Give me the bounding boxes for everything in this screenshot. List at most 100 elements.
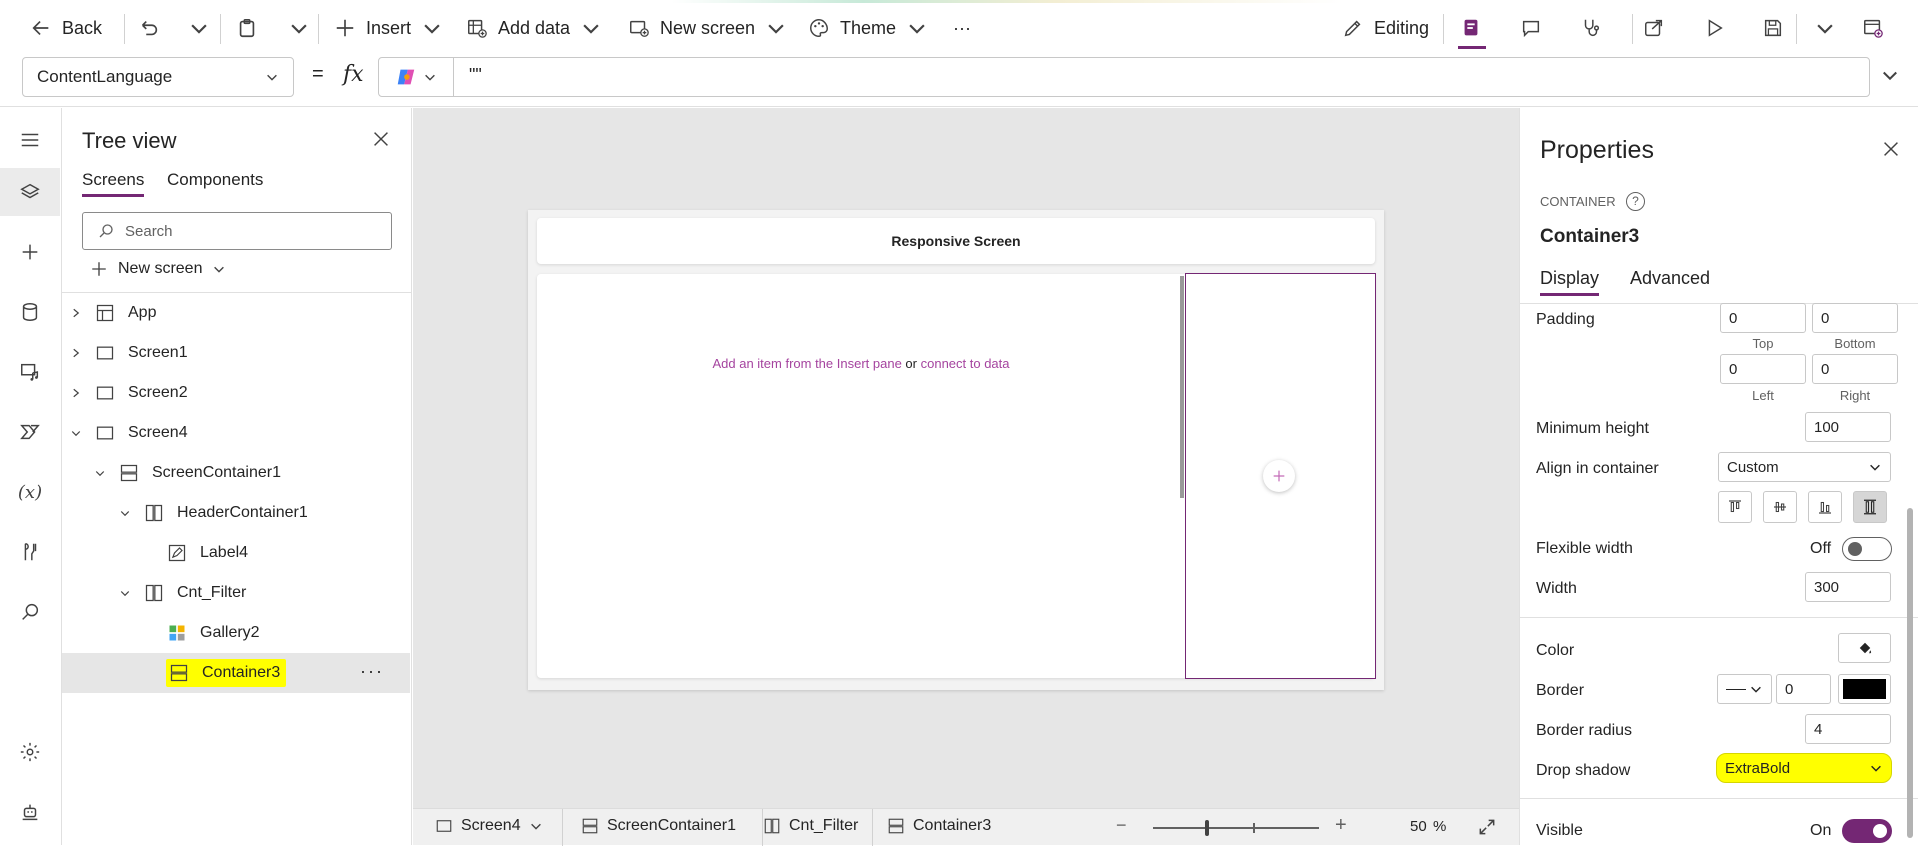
search-rail-button[interactable]: [0, 588, 60, 636]
zoom-in-button[interactable]: +: [1335, 814, 1347, 837]
zoom-out-button[interactable]: −: [1116, 815, 1127, 836]
drop-shadow-dropdown[interactable]: ExtraBold: [1716, 753, 1892, 783]
fx-label[interactable]: fx: [343, 62, 364, 87]
tree-item-cnt-filter[interactable]: Cnt_Filter: [62, 573, 410, 613]
chevron-down-icon: [909, 24, 925, 34]
more-commands-button[interactable]: ···: [953, 8, 971, 48]
tab-components[interactable]: Components: [167, 170, 263, 190]
theme-button[interactable]: Theme: [808, 8, 928, 48]
expand-formula-button[interactable]: [1880, 65, 1900, 90]
align-value: Custom: [1727, 458, 1779, 476]
settings-button[interactable]: [0, 728, 60, 776]
tree-item-screen4[interactable]: Screen4: [62, 413, 410, 453]
power-automate-button[interactable]: [0, 408, 60, 456]
gallery-placeholder[interactable]: Add an item from the Insert pane or conn…: [537, 274, 1185, 678]
property-selector[interactable]: ContentLanguage: [22, 57, 294, 97]
padding-right-input[interactable]: 0: [1812, 354, 1898, 384]
variables-button[interactable]: (x): [0, 468, 60, 516]
new-screen-button[interactable]: New screen: [628, 8, 787, 48]
gallery-scrollbar[interactable]: [1180, 276, 1184, 498]
add-data-icon: [468, 19, 487, 38]
paste-button[interactable]: [236, 8, 258, 48]
crumb-container3[interactable]: Container3: [887, 817, 991, 835]
width-input[interactable]: 300: [1805, 572, 1891, 602]
save-button[interactable]: [1762, 8, 1784, 48]
tab-screens[interactable]: Screens: [82, 170, 145, 197]
screen-frame[interactable]: Responsive Screen Add an item from the I…: [528, 210, 1384, 690]
align-bottom-button[interactable]: [1808, 491, 1842, 523]
undo-dropdown[interactable]: [188, 8, 210, 48]
align-middle-button[interactable]: [1763, 491, 1797, 523]
advanced-tools-button[interactable]: [0, 528, 60, 576]
close-properties-button[interactable]: [1880, 138, 1902, 165]
copilot-button[interactable]: [379, 58, 454, 96]
back-button[interactable]: Back: [30, 8, 102, 48]
comments-button[interactable]: [1520, 8, 1542, 48]
save-dropdown[interactable]: [1814, 8, 1836, 48]
tree-item-screen2[interactable]: Screen2: [62, 373, 410, 413]
data-button[interactable]: [0, 288, 60, 336]
share-button[interactable]: [1643, 8, 1665, 48]
tree-item-label: Container3: [202, 664, 281, 681]
add-control-button[interactable]: [1263, 460, 1295, 492]
vertical-container-icon: [888, 818, 904, 834]
tree-item-app[interactable]: App: [62, 293, 410, 333]
media-button[interactable]: [0, 348, 60, 396]
virtual-agent-button[interactable]: [0, 788, 60, 836]
padding-bottom-input[interactable]: 0: [1812, 303, 1898, 333]
new-screen-tree-button[interactable]: New screen: [90, 260, 226, 278]
min-height-input[interactable]: 100: [1805, 412, 1891, 442]
hamburger-button[interactable]: [0, 116, 60, 164]
preview-button[interactable]: [1703, 8, 1725, 48]
tree-item-screen1[interactable]: Screen1: [62, 333, 410, 373]
insert-rail-button[interactable]: [0, 228, 60, 276]
hint-connect-link[interactable]: connect to data: [921, 356, 1010, 371]
horizontal-container-icon: [145, 504, 163, 522]
align-top-button[interactable]: [1718, 491, 1752, 523]
undo-button[interactable]: [138, 8, 160, 48]
tab-advanced[interactable]: Advanced: [1630, 268, 1710, 289]
tree-item-label4[interactable]: Label4: [62, 533, 410, 573]
tree-item-screencontainer1[interactable]: ScreenContainer1: [62, 453, 410, 493]
header-container[interactable]: Responsive Screen: [537, 218, 1375, 264]
border-radius-input[interactable]: 4: [1805, 714, 1891, 744]
close-tree-button[interactable]: [370, 128, 392, 155]
crumb-screen4[interactable]: Screen4: [435, 817, 543, 835]
health-button[interactable]: [1580, 8, 1602, 48]
color-picker[interactable]: [1838, 633, 1891, 663]
help-icon[interactable]: ?: [1626, 192, 1645, 211]
search-input[interactable]: Search: [82, 212, 392, 250]
insert-button[interactable]: Insert: [334, 8, 443, 48]
app-checker-button[interactable]: [1460, 8, 1482, 48]
drop-shadow-label: Drop shadow: [1536, 762, 1631, 779]
tree-item-headercontainer1[interactable]: HeaderContainer1: [62, 493, 410, 533]
zoom-slider[interactable]: [1153, 820, 1319, 836]
publish-button[interactable]: [1862, 8, 1884, 48]
tree-item-gallery2[interactable]: Gallery2: [62, 613, 410, 653]
paste-dropdown[interactable]: [288, 8, 310, 48]
border-color-picker[interactable]: [1838, 674, 1891, 704]
zoom-slider-thumb[interactable]: [1205, 820, 1209, 836]
crumb-cnt-filter[interactable]: Cnt_Filter: [763, 817, 858, 835]
fit-to-window-button[interactable]: [1477, 817, 1497, 842]
formula-input[interactable]: "": [378, 57, 1870, 97]
tree-view-button[interactable]: [0, 168, 60, 216]
border-thickness-input[interactable]: 0: [1776, 674, 1831, 704]
border-style-dropdown[interactable]: [1717, 674, 1772, 704]
tab-display[interactable]: Display: [1540, 268, 1600, 296]
visible-toggle[interactable]: [1842, 819, 1892, 843]
padding-top-input[interactable]: 0: [1720, 303, 1806, 333]
properties-scrollbar[interactable]: [1907, 508, 1913, 838]
editing-mode-button[interactable]: Editing: [1342, 8, 1429, 48]
more-options-button[interactable]: ···: [360, 661, 384, 682]
filter-container[interactable]: Add an item from the Insert pane or conn…: [537, 273, 1376, 679]
crumb-screencontainer1[interactable]: ScreenContainer1: [581, 817, 736, 835]
selected-container3[interactable]: [1185, 273, 1376, 679]
tree-item-container3[interactable]: Container3 ···: [62, 653, 410, 693]
flex-width-toggle[interactable]: [1842, 537, 1892, 561]
hint-insert-link[interactable]: Add an item from the Insert pane: [712, 356, 901, 371]
align-stretch-button[interactable]: [1853, 491, 1887, 523]
padding-left-input[interactable]: 0: [1720, 354, 1806, 384]
align-dropdown[interactable]: Custom: [1718, 452, 1891, 482]
add-data-button[interactable]: Add data: [466, 8, 602, 48]
